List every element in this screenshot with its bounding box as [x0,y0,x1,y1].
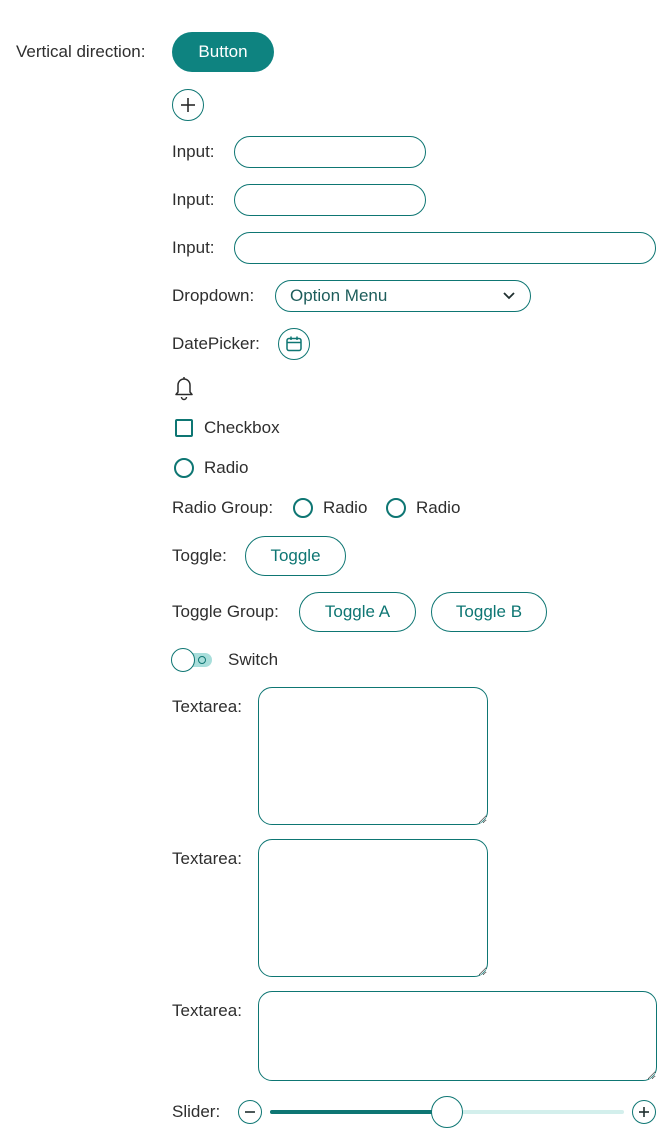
checkbox-label: Checkbox [204,418,280,437]
plus-icon [639,1107,649,1117]
datepicker-button[interactable] [278,328,310,360]
dropdown-label: Dropdown: [172,286,255,305]
radio-button[interactable] [174,458,194,478]
input-label-1: Input: [172,142,215,161]
input-field-1[interactable] [234,136,426,168]
input-field-3[interactable] [234,232,656,264]
slider-label: Slider: [172,1102,221,1121]
toggle-group-label: Toggle Group: [172,602,279,621]
calendar-icon [286,336,302,352]
toggle-button[interactable]: Toggle [245,536,346,576]
slider-decrease-button[interactable] [238,1100,262,1124]
textarea-label-1: Textarea: [172,697,242,716]
switch-label: Switch [228,650,279,669]
checkbox[interactable] [175,419,193,437]
dropdown-select[interactable]: Option Menu [275,280,531,312]
section-label: Vertical direction: [16,42,146,61]
textarea-label-3: Textarea: [172,1001,242,1020]
input-label-2: Input: [172,190,215,209]
radio-group-option-1[interactable] [293,498,313,518]
radio-group-label: Radio Group: [172,498,274,517]
notification-button[interactable] [172,374,196,402]
textarea-2[interactable] [258,839,488,977]
input-field-2[interactable] [234,184,426,216]
toggle-label: Toggle: [172,546,227,565]
toggle-group-option-a[interactable]: Toggle A [299,592,416,632]
toggle-group-option-b[interactable]: Toggle B [431,592,547,632]
primary-button[interactable]: Button [172,32,274,72]
radio-label: Radio [204,458,249,477]
slider-fill [270,1110,447,1114]
textarea-1[interactable] [258,687,488,825]
minus-icon [245,1111,255,1113]
dropdown-value: Option Menu [290,286,388,305]
add-button[interactable] [172,89,204,121]
slider-thumb[interactable] [431,1096,463,1128]
radio-group-option-2[interactable] [386,498,406,518]
switch-knob[interactable] [171,648,195,672]
plus-icon [181,98,195,112]
chevron-down-icon [503,292,515,300]
textarea-3[interactable] [258,991,657,1081]
radio-group-option-1-label: Radio [323,498,368,517]
slider-increase-button[interactable] [632,1100,656,1124]
radio-group-option-2-label: Radio [416,498,461,517]
bell-icon [175,377,193,401]
textarea-label-2: Textarea: [172,849,242,868]
switch-off-mark [198,656,206,664]
datepicker-label: DatePicker: [172,334,260,353]
input-label-3: Input: [172,238,215,257]
